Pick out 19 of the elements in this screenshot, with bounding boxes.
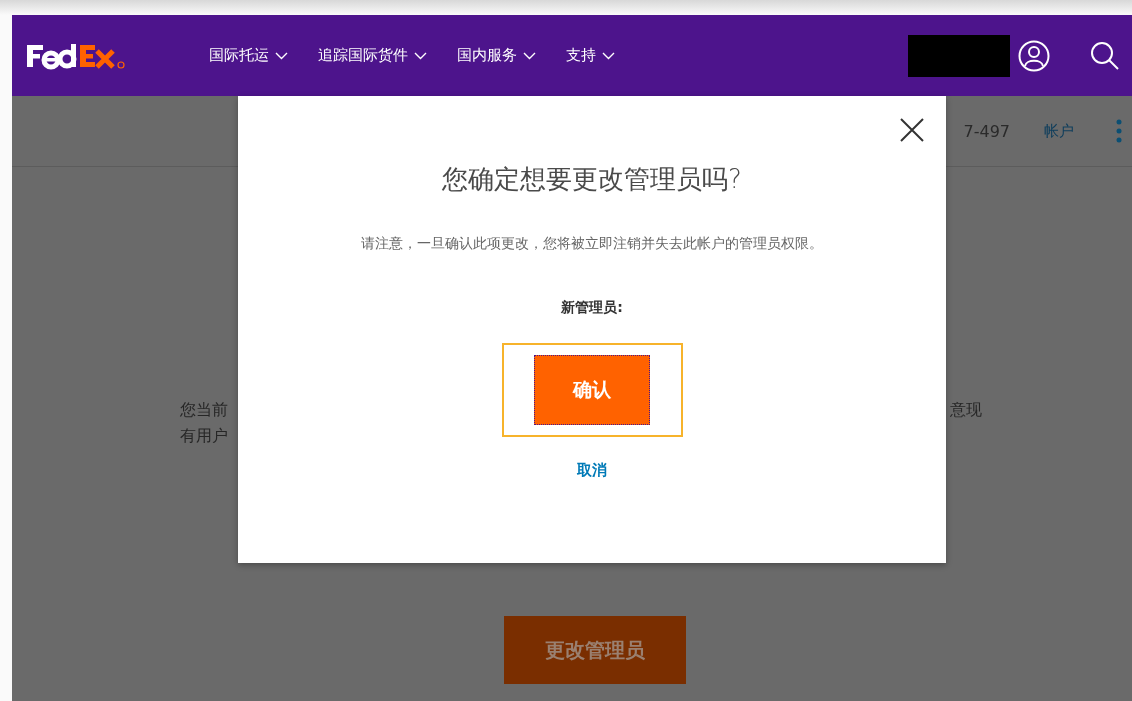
chevron-down-icon [602, 51, 615, 60]
chevron-down-icon [275, 51, 288, 60]
cancel-link[interactable]: 取消 [577, 461, 607, 480]
search-icon[interactable] [1090, 40, 1120, 71]
body-text: 意现 [950, 400, 982, 421]
user-account-icon[interactable] [1018, 39, 1050, 72]
nav-menu-item[interactable]: 国际托运 [209, 46, 288, 65]
account-number: 7-497 [963, 121, 1010, 141]
body-text: 有用户 [180, 426, 228, 446]
body-text: 您当前 [180, 400, 228, 420]
nav-menu-item[interactable]: 支持 [566, 46, 615, 65]
new-admin-label: 新管理员: [561, 299, 623, 317]
close-icon[interactable] [900, 118, 924, 142]
chevron-down-icon [523, 51, 536, 60]
chevron-down-icon [414, 51, 427, 60]
dialog-title: 您确定想要更改管理员吗? [442, 163, 742, 196]
nav-menu-item[interactable]: 追踪国际货件 [318, 46, 427, 65]
dialog-message: 请注意，一旦确认此项更改，您将被立即注销并失去此帐户的管理员权限。 [361, 235, 823, 253]
nav-menu-item[interactable]: 国内服务 [457, 46, 536, 65]
